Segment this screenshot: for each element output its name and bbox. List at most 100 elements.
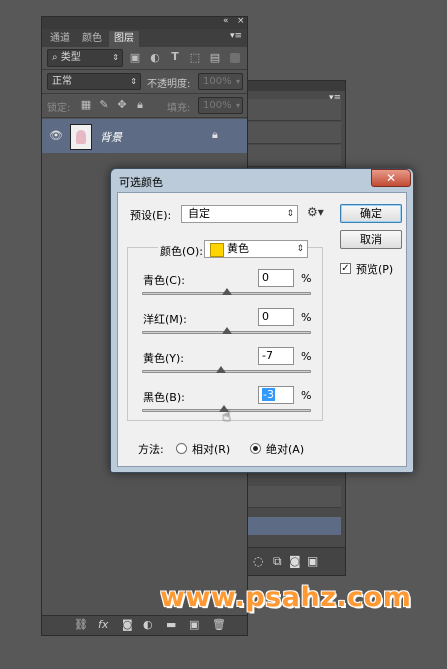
tab-layers[interactable]: 图层 [109, 31, 139, 47]
relative-label: 相对(R) [192, 443, 231, 456]
divider [42, 117, 247, 118]
color-swatch [210, 243, 224, 257]
filter-toggle-icon[interactable] [230, 53, 240, 63]
add-mask-icon[interactable]: ◙ [122, 618, 133, 631]
collapse-icon[interactable]: « [223, 16, 229, 26]
preset-label: 预设(E): [130, 209, 172, 222]
tab-channels[interactable]: 通道 [45, 31, 75, 47]
lock-label: 锁定: [47, 103, 71, 114]
yellow-unit: % [301, 350, 312, 363]
dialog-client: 预设(E): 自定 ⇕ ⚙▾ 确定 取消 ✓ 预览(P) 颜色(O): 黄色 ⇕… [117, 192, 407, 467]
save-selection-icon[interactable]: ⧉ [273, 554, 282, 569]
cyan-label: 青色(C): [143, 274, 185, 287]
blend-mode-select[interactable]: 正常 ⇕ [47, 73, 141, 90]
lock-all-icon[interactable]: 🔒︎ [134, 98, 146, 112]
layer-thumbnail [70, 124, 92, 150]
visibility-eye-icon[interactable]: 👁︎ [49, 129, 63, 142]
fill-field[interactable]: 100% ▾ [198, 97, 243, 114]
panel-footer: ◌ ⧉ ◙ ▣ [241, 547, 345, 575]
lock-image-icon[interactable]: ✎ [98, 98, 110, 111]
lock-position-icon[interactable]: ✥ [116, 98, 128, 111]
preset-value: 自定 [188, 207, 210, 220]
chevron-down-icon: ▾ [235, 101, 240, 110]
cyan-input[interactable]: 0 [258, 269, 294, 287]
method-label: 方法: [138, 443, 164, 456]
layer-lock-icon: 🔒︎ [212, 128, 218, 141]
cyan-slider-thumb[interactable] [221, 288, 232, 295]
chevron-updown-icon: ⇕ [130, 77, 137, 86]
smart-object-filter-icon[interactable]: ▤ [208, 51, 222, 64]
opacity-label: 不透明度: [147, 79, 191, 90]
filter-kind-value: 类型 [60, 52, 81, 63]
list-item[interactable] [247, 122, 341, 144]
list-item[interactable] [247, 145, 341, 167]
preview-checkbox[interactable]: ✓ [340, 263, 351, 274]
filter-kind-select[interactable]: ⌕ 类型 ⇕ [47, 49, 123, 67]
fill-label: 填充: [167, 103, 191, 114]
adjustment-filter-icon[interactable]: ◐ [148, 51, 162, 64]
close-icon: ✕ [385, 171, 397, 185]
load-selection-icon[interactable]: ◌ [253, 554, 263, 568]
preset-options-gear-icon[interactable]: ⚙▾ [307, 205, 324, 219]
absolute-radio[interactable] [250, 443, 261, 454]
yellow-slider-track[interactable] [142, 370, 311, 373]
pixel-filter-icon[interactable]: ▣ [128, 51, 142, 64]
selective-color-dialog: 可选颜色 ✕ 预设(E): 自定 ⇕ ⚙▾ 确定 取消 ✓ 预览(P) 颜色(O… [110, 168, 414, 473]
opacity-field[interactable]: 100% ▾ [198, 73, 243, 90]
list-item[interactable] [247, 486, 341, 508]
magenta-label: 洋红(M): [143, 313, 187, 326]
preset-select[interactable]: 自定 ⇕ [181, 205, 298, 223]
mask-icon[interactable]: ◙ [289, 554, 301, 568]
dialog-title: 可选颜色 [119, 176, 163, 189]
layers-footer: ⛓ fx ◙ ◐ ▬ ▣ 🗑︎ [42, 615, 247, 635]
black-label: 黑色(B): [143, 391, 185, 404]
panel-tabs: 通道 颜色 图层 ▾≡ [42, 29, 247, 47]
watermark: www.psahz.com [160, 582, 412, 613]
fill-value: 100% [203, 100, 232, 111]
selected-list-item[interactable] [247, 517, 341, 535]
colors-select[interactable]: 黄色 ⇕ [204, 240, 308, 258]
lock-transparent-icon[interactable]: ▦ [80, 98, 92, 111]
new-layer-icon[interactable]: ▣ [189, 618, 199, 631]
blend-mode-value: 正常 [52, 76, 72, 87]
tab-color[interactable]: 颜色 [77, 31, 107, 47]
group-folder-icon[interactable]: ▬ [166, 618, 176, 631]
absolute-label: 绝对(A) [266, 443, 305, 456]
yellow-label: 黄色(Y): [143, 352, 185, 365]
panel-menu-icon[interactable]: ▾≡ [230, 31, 242, 41]
chevron-updown-icon: ⇕ [296, 244, 304, 254]
mouse-cursor-icon: ☝ [222, 407, 232, 425]
new-channel-icon[interactable]: ▣ [307, 554, 318, 568]
layer-row-background[interactable]: 👁︎ 背景 🔒︎ [42, 119, 247, 153]
yellow-input[interactable]: -7 [258, 347, 294, 365]
link-layers-icon[interactable]: ⛓ [74, 618, 88, 631]
magenta-input[interactable]: 0 [258, 308, 294, 326]
opacity-value: 100% [203, 76, 232, 87]
list-item[interactable] [247, 99, 341, 121]
adjustment-layer-icon[interactable]: ◐ [143, 618, 153, 631]
fx-icon[interactable]: fx [98, 618, 108, 631]
colors-label: 颜色(O): [158, 243, 205, 259]
type-filter-icon[interactable]: T [168, 50, 182, 63]
cancel-button[interactable]: 取消 [340, 230, 402, 249]
cyan-unit: % [301, 272, 312, 285]
panel-titlebar: « × [42, 16, 247, 29]
black-input[interactable]: -3 [258, 386, 294, 404]
ok-button[interactable]: 确定 [340, 204, 402, 223]
magenta-unit: % [301, 311, 312, 324]
trash-icon[interactable]: 🗑︎ [212, 618, 226, 631]
yellow-slider-thumb[interactable] [215, 366, 226, 373]
chevron-down-icon: ▾ [235, 77, 240, 86]
colors-value: 黄色 [227, 242, 249, 255]
relative-radio[interactable] [176, 443, 187, 454]
magenta-slider-thumb[interactable] [221, 327, 232, 334]
close-icon[interactable]: × [237, 16, 245, 26]
divider [42, 93, 247, 94]
chevron-updown-icon: ⇕ [112, 53, 119, 62]
close-button[interactable]: ✕ [371, 169, 411, 187]
black-unit: % [301, 389, 312, 402]
divider [42, 69, 247, 70]
shape-filter-icon[interactable]: ⬚ [188, 51, 202, 64]
layer-name: 背景 [100, 131, 122, 144]
panel-titlebar [241, 81, 345, 91]
